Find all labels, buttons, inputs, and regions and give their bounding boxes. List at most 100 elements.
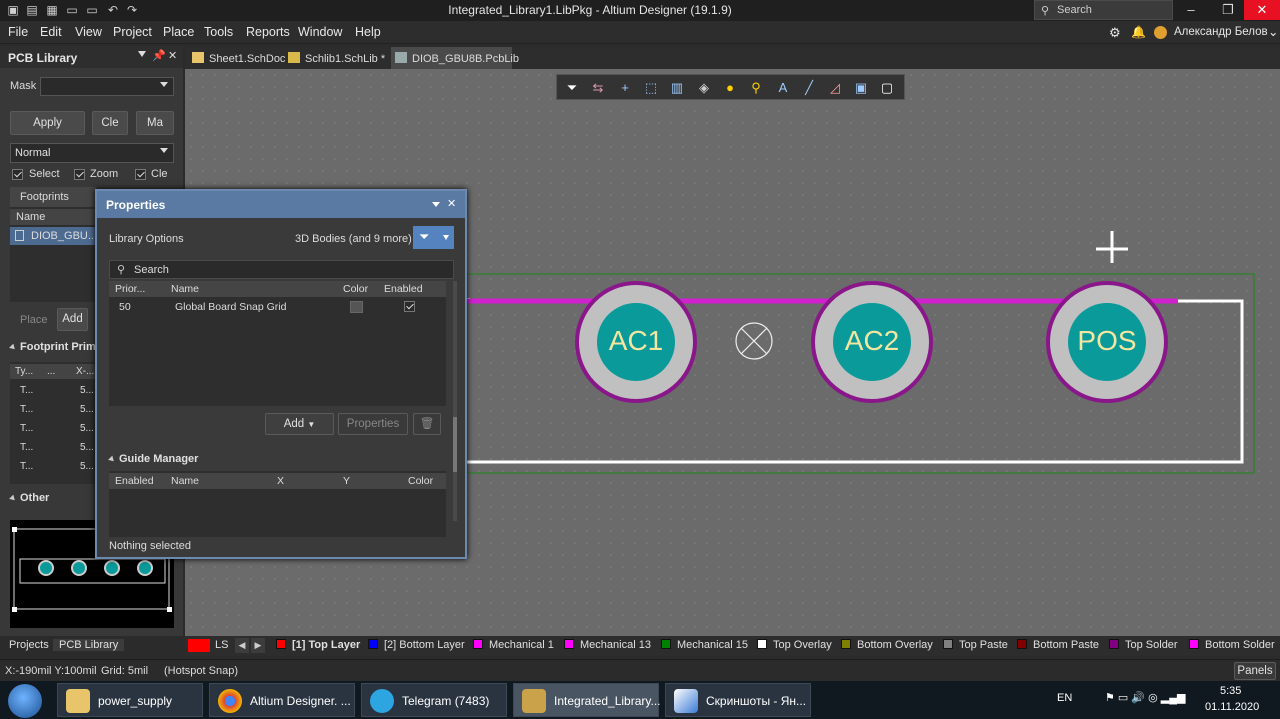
layer-icon[interactable]: ◈ [696,80,712,96]
task-altium[interactable]: Integrated_Library... [513,683,661,717]
table-row[interactable]: T... 5... [10,420,96,439]
apply-button[interactable]: Apply [10,111,85,135]
enabled-col[interactable]: Enabled [115,475,154,487]
mode-select[interactable]: Normal [10,143,174,163]
menu-place[interactable]: Place [163,25,194,39]
bell-icon[interactable]: 🔔 [1131,25,1146,39]
panels-button[interactable]: Panels [1234,662,1276,680]
menu-view[interactable]: View [75,25,102,39]
start-button[interactable] [8,684,42,718]
tab-pcb-library[interactable]: PCB Library [53,639,125,651]
layer-tab-mechanical-15[interactable]: Mechanical 15 [661,639,748,651]
table-row[interactable]: 50 Global Board Snap Grid [109,298,446,317]
tray-icons[interactable]: ⚑ ▭ 🔊 ◎ ▂▄▆ [1105,691,1186,704]
line-icon[interactable]: ╱ [801,80,817,96]
pad-icon[interactable]: ● [722,80,738,96]
layer-tab-top-paste[interactable]: Top Paste [943,639,1008,651]
text-icon[interactable]: A [775,80,791,96]
close-icon[interactable]: ✕ [447,197,456,210]
plus-icon[interactable]: + [617,80,633,96]
scroll-left-icon[interactable]: ◀ [235,638,249,653]
gear-icon[interactable]: ⚙ [1109,25,1121,41]
layer-tab-bottom-solder[interactable]: Bottom Solder [1189,639,1275,651]
menu-file[interactable]: File [8,25,28,39]
color-col[interactable]: Color [343,283,368,295]
via-icon[interactable]: ⚲ [748,80,764,96]
avatar[interactable] [1154,26,1167,39]
enabled-col[interactable]: Enabled [384,283,423,295]
layer-tab-top-layer[interactable]: [1] Top Layer [276,639,360,651]
close-icon[interactable]: ✕ [168,49,177,62]
zoom-checkbox[interactable] [74,169,85,180]
tab-sheet1[interactable]: Sheet1.SchDoc [189,47,291,69]
pad-label[interactable]: POS [1047,325,1167,357]
guide-manager-header[interactable]: Guide Manager [108,453,198,465]
list-item[interactable]: DIOB_GBU... [10,227,97,245]
scroll-right-icon[interactable]: ▶ [251,638,265,653]
align-icon[interactable]: ▥ [669,80,685,96]
close-button[interactable]: ✕ [1244,0,1280,20]
mask-input[interactable] [40,77,174,96]
clock-time[interactable]: 5:35 [1220,685,1241,697]
layer-tab-bottom-paste[interactable]: Bottom Paste [1017,639,1099,651]
layer-tab-mechanical-13[interactable]: Mechanical 13 [564,639,651,651]
global-search-input[interactable]: ⚲ Search [1034,0,1173,20]
layer-tab-bottom-layer[interactable]: [2] Bottom Layer [368,639,465,651]
table-row[interactable]: T... 5... [10,382,96,401]
menu-edit[interactable]: Edit [40,25,62,39]
tab-projects[interactable]: Projects [9,639,49,651]
layer-tab-top-solder[interactable]: Top Solder [1109,639,1178,651]
menu-tools[interactable]: Tools [204,25,233,39]
dropdown-icon[interactable] [432,202,440,207]
filter-button[interactable]: ⏷ [413,226,454,249]
scrollbar[interactable] [453,281,457,521]
table-row[interactable]: T... 5... [10,401,96,420]
pin-icon[interactable]: 📌 [152,49,166,62]
filter-icon[interactable]: ⏷ [564,80,580,96]
layer-tab-top-overlay[interactable]: Top Overlay [757,639,832,651]
view-icon[interactable]: ▢ [879,80,895,96]
dimension-icon[interactable]: ◿ [827,80,843,96]
other-header[interactable]: Other [9,492,49,504]
color-col[interactable]: Color [408,475,433,487]
current-layer-color[interactable] [188,639,210,652]
scrollbar-thumb[interactable] [453,417,457,472]
layer-tab-bottom-overlay[interactable]: Bottom Overlay [841,639,933,651]
magnify-button[interactable]: Ma [136,111,174,135]
maximize-button[interactable]: ❐ [1210,0,1246,20]
task-chrome[interactable]: Altium Designer. ... [209,683,355,717]
sort-col[interactable]: ... [47,366,55,377]
grid-color-swatch[interactable] [350,301,363,313]
delete-icon[interactable]: 🗑 [413,413,441,435]
search-input[interactable]: ⚲ Search [109,260,454,279]
clear-checkbox[interactable] [135,169,146,180]
menu-window[interactable]: Window [298,25,342,39]
chevron-down-icon[interactable]: ⌄ [1268,24,1278,39]
select-area-icon[interactable]: ⬚ [643,80,659,96]
select-checkbox[interactable] [12,169,23,180]
task-power-supply[interactable]: power_supply [57,683,203,717]
task-screenshots[interactable]: Скриншоты - Ян... [665,683,811,717]
menu-reports[interactable]: Reports [246,25,290,39]
dropdown-icon[interactable] [138,51,146,57]
enabled-checkbox[interactable] [404,301,415,312]
language-indicator[interactable]: EN [1057,692,1072,704]
name-column-header[interactable]: Name [10,209,96,225]
y-col[interactable]: Y [343,475,350,487]
clear-button[interactable]: Cle [92,111,128,135]
table-row[interactable]: T... 5... [10,458,96,477]
clock-date[interactable]: 01.11.2020 [1205,701,1259,713]
add-button[interactable]: Add [57,308,88,331]
pad-label[interactable]: AC2 [812,325,932,357]
footprint-primitives-header[interactable]: Footprint Primi [9,341,99,353]
tab-schlib1[interactable]: Schlib1.SchLib * [288,47,391,69]
add-grid-button[interactable]: Add ▼ [265,413,334,435]
tab-pcblib[interactable]: DIOB_GBU8B.PcbLib [391,47,519,69]
menu-help[interactable]: Help [355,25,381,39]
user-name[interactable]: Александр Белов [1174,26,1268,38]
layer-tab-mechanical-1[interactable]: Mechanical 1 [473,639,554,651]
route-icon[interactable]: ⇆ [590,80,606,96]
x-col[interactable]: X-... [76,366,94,377]
task-telegram[interactable]: Telegram (7483) [361,683,507,717]
x-col[interactable]: X [277,475,284,487]
